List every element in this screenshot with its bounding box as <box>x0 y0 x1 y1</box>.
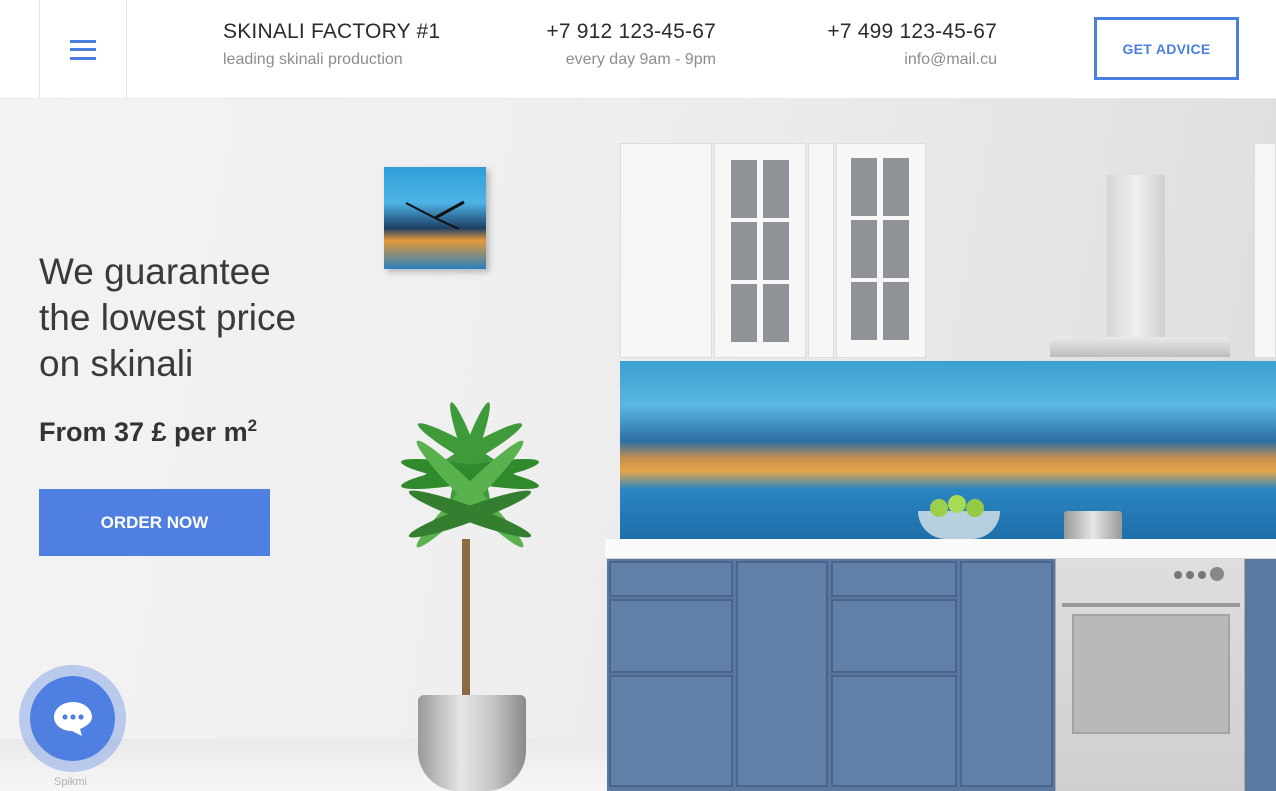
chat-bubble-icon <box>53 701 92 736</box>
chat-widget-inner <box>30 676 115 761</box>
phone-block-2: +7 499 123-45-67 info@mail.cu <box>811 20 997 69</box>
headline-line-2: the lowest price <box>39 297 297 338</box>
phone-2[interactable]: +7 499 123-45-67 <box>811 20 997 44</box>
price-superscript: 2 <box>247 416 258 435</box>
phone-1[interactable]: +7 912 123-45-67 <box>534 20 716 44</box>
clock-hands-icon <box>405 200 465 230</box>
cabinet-door <box>736 561 828 787</box>
headline-line-3: on skinali <box>39 343 194 384</box>
upper-cabinet-glass-1 <box>714 143 806 358</box>
price-label: From 37 £ per m2 <box>39 417 257 448</box>
drawer <box>609 599 733 673</box>
drawer <box>609 675 733 787</box>
hero-headline: We guarantee the lowest price on skinali <box>39 249 296 387</box>
countertop <box>605 539 1276 559</box>
brand-title[interactable]: SKINALI FACTORY #1 <box>223 20 440 44</box>
upper-cabinet-1 <box>620 143 712 358</box>
price-text: From 37 £ per m <box>39 417 248 447</box>
headline-line-1: We guarantee <box>39 251 271 292</box>
brand-block: SKINALI FACTORY #1 leading skinali produ… <box>223 20 440 69</box>
drawer <box>609 561 733 597</box>
range-hood <box>1107 175 1165 337</box>
hero-section: We guarantee the lowest price on skinali… <box>0 99 1276 791</box>
drawer <box>831 599 957 673</box>
chat-widget-button[interactable] <box>19 665 126 772</box>
phone-block-1: +7 912 123-45-67 every day 9am - 9pm <box>534 20 716 69</box>
hamburger-icon <box>70 39 96 60</box>
drawer <box>831 675 957 787</box>
upper-cabinet-divider <box>808 143 834 358</box>
plant-leaves-icon <box>401 402 539 548</box>
plant-pot <box>418 695 526 791</box>
site-header: SKINALI FACTORY #1 leading skinali produ… <box>0 0 1276 99</box>
working-hours: every day 9am - 9pm <box>565 51 716 68</box>
get-advice-button[interactable]: GET ADVICE <box>1094 17 1239 80</box>
wall-clock-image <box>384 167 486 269</box>
brand-subtitle: leading skinali production <box>223 51 403 68</box>
chat-widget-caption: Spikmi <box>54 776 88 788</box>
order-now-button[interactable]: ORDER NOW <box>39 489 270 556</box>
menu-button[interactable] <box>39 0 127 99</box>
drawer <box>831 561 957 597</box>
cabinet-door <box>960 561 1053 787</box>
upper-cabinet-glass-2 <box>836 143 926 358</box>
email-link[interactable]: info@mail.cu <box>811 51 997 69</box>
upper-cabinet-right <box>1254 143 1276 358</box>
cooking-pot <box>1064 511 1122 541</box>
range-hood-base <box>1050 337 1230 357</box>
oven <box>1055 559 1245 791</box>
